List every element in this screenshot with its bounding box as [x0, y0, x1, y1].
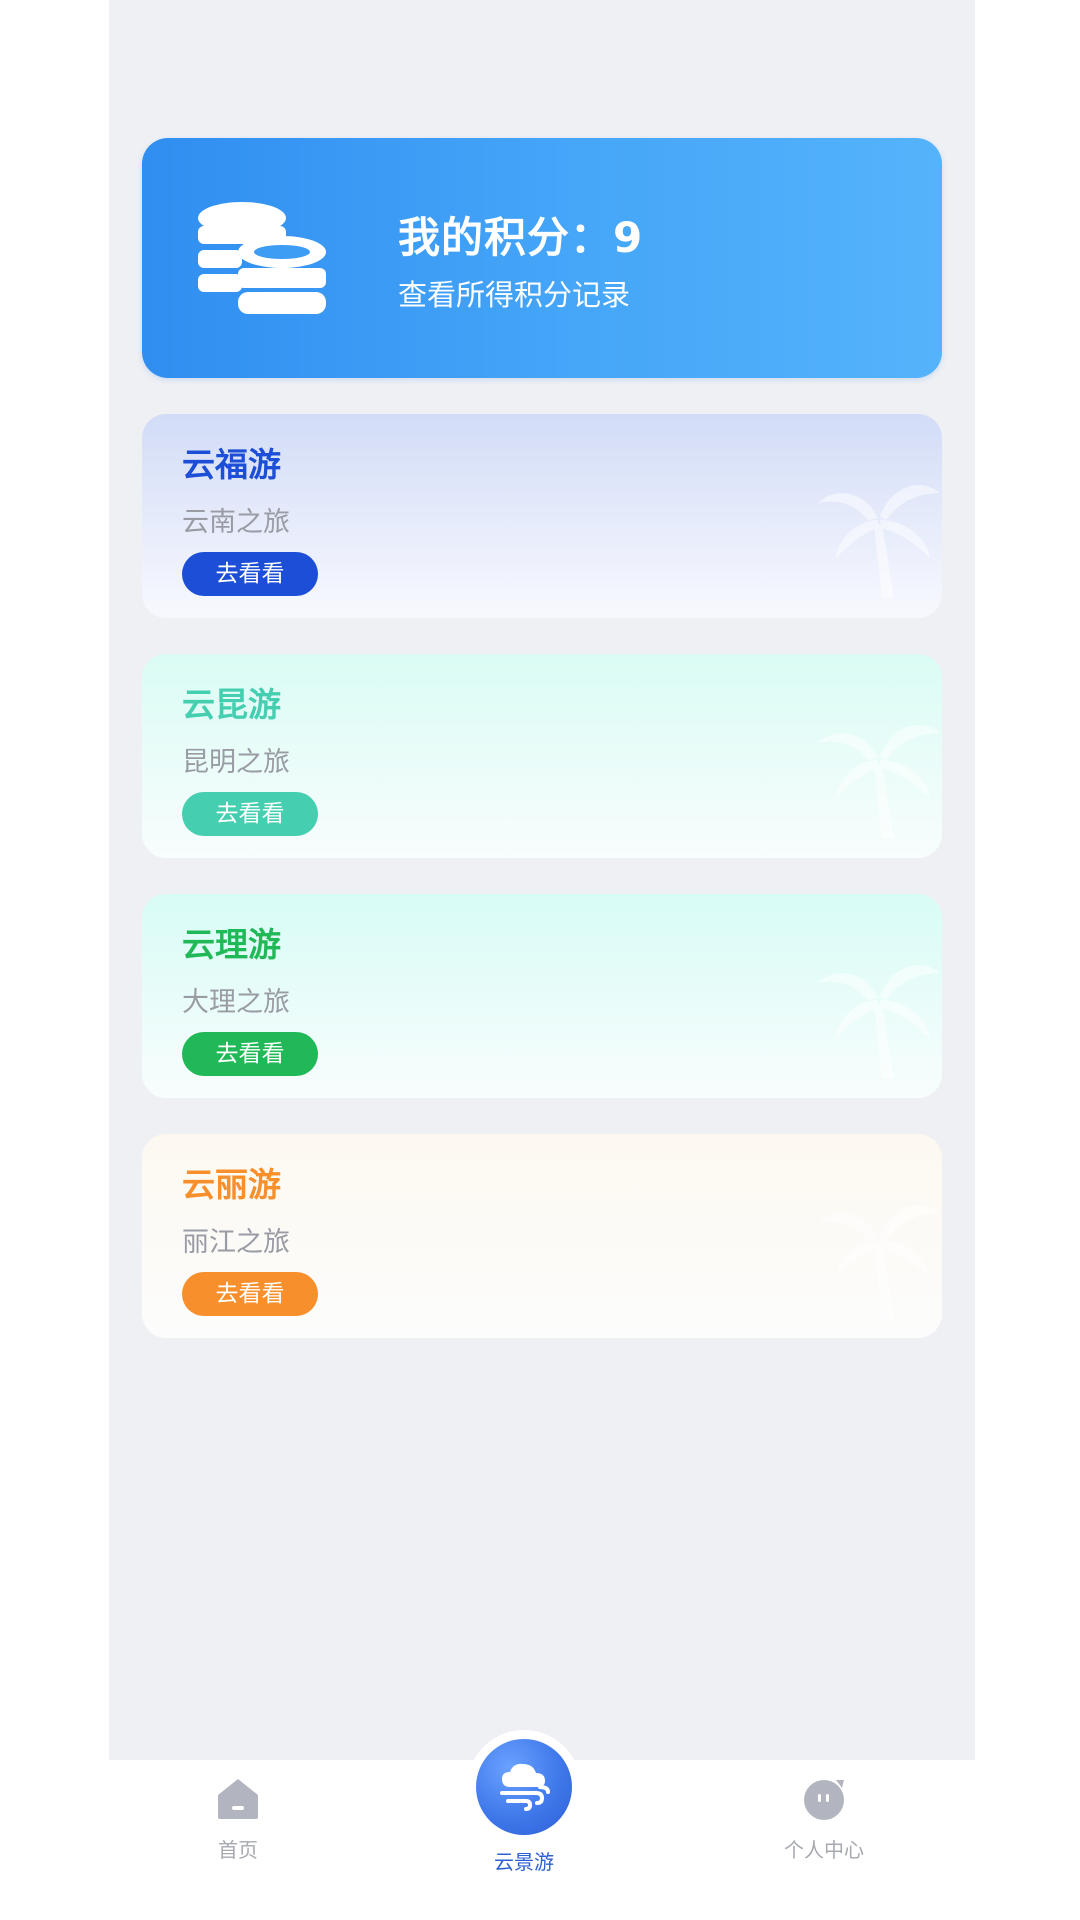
palm-tree-icon [818, 724, 940, 838]
tab-profile[interactable]: 个人中心 [724, 1760, 924, 1920]
tab-profile-label: 个人中心 [784, 1838, 864, 1862]
palm-tree-icon [818, 484, 940, 598]
app-screen: 我的积分：9 查看所得积分记录 云福游 云南之旅 去看看 云昆游 昆明之旅 去看… [109, 0, 975, 1920]
tab-cloud-tour-label: 云景游 [494, 1850, 554, 1874]
tour-card-yunfu[interactable]: 云福游 云南之旅 去看看 [142, 414, 942, 618]
tour-subtitle: 丽江之旅 [182, 1227, 290, 1258]
tour-subtitle: 云南之旅 [182, 507, 290, 538]
tour-title: 云福游 [182, 445, 281, 484]
go-see-button[interactable]: 去看看 [182, 1272, 318, 1316]
tab-home-label: 首页 [218, 1838, 258, 1862]
tour-subtitle: 大理之旅 [182, 987, 290, 1018]
tab-cloud-tour[interactable] [476, 1739, 572, 1835]
palm-tree-icon [818, 964, 940, 1078]
palm-tree-icon [818, 1204, 940, 1318]
tour-title: 云理游 [182, 925, 281, 964]
tour-card-yunkun[interactable]: 云昆游 昆明之旅 去看看 [142, 654, 942, 858]
coins-stack-icon [198, 202, 326, 314]
tour-title: 云昆游 [182, 685, 281, 724]
go-see-button[interactable]: 去看看 [182, 552, 318, 596]
points-card[interactable]: 我的积分：9 查看所得积分记录 [142, 138, 942, 378]
tab-home[interactable]: 首页 [138, 1760, 338, 1920]
points-record-link[interactable]: 查看所得积分记录 [398, 272, 630, 314]
points-title: 我的积分：9 [398, 213, 644, 262]
tour-card-yunlijiang[interactable]: 云丽游 丽江之旅 去看看 [142, 1134, 942, 1338]
home-icon [218, 1779, 258, 1819]
cloud-wind-icon [500, 1763, 550, 1811]
tour-card-yunli[interactable]: 云理游 大理之旅 去看看 [142, 894, 942, 1098]
tour-subtitle: 昆明之旅 [182, 747, 290, 778]
go-see-button[interactable]: 去看看 [182, 792, 318, 836]
tour-title: 云丽游 [182, 1165, 281, 1204]
profile-face-icon [804, 1780, 844, 1820]
go-see-button[interactable]: 去看看 [182, 1032, 318, 1076]
